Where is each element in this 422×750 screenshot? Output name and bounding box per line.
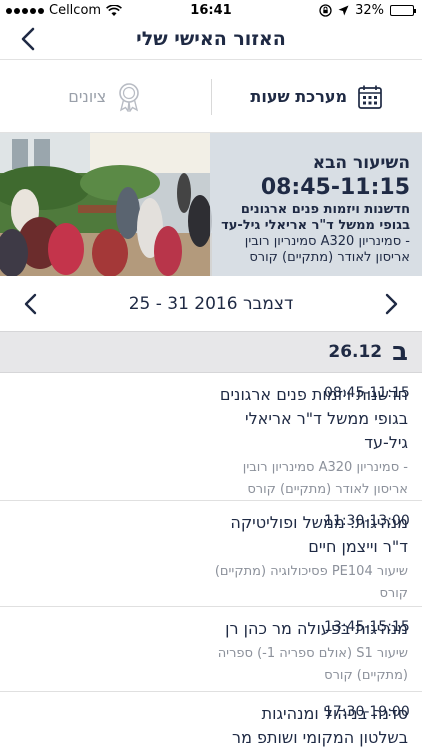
view-switcher: ציונים מערכת שעות	[0, 61, 422, 133]
location-arrow-icon	[338, 5, 349, 16]
class-course-line: מנהיגות: ממשל ופוליטיקה	[230, 513, 408, 532]
next-class-info: השיעור הבא 08:45-11:15 חדשנות ויזמות פני…	[210, 153, 410, 266]
class-course-line: מנהיגות בפעולה מר כהן רן	[225, 619, 408, 638]
status-bar: Cellcom 16:41 32%	[0, 0, 422, 20]
class-location-line: שיעור S1 (אולם ספריה 1-) ספריה	[217, 646, 408, 661]
next-class-course: חדשנות ויזמות פנים ארגונים בגופי ממשל ד"…	[221, 202, 410, 233]
day-header-content: 26.12 ב	[328, 338, 408, 366]
status-right: 32%	[319, 3, 416, 18]
class-row[interactable]: 13:45-15:15 מנהיגות בפעולה מר כהן רן שיע…	[0, 607, 422, 692]
class-location-line: (מתקיים) קורס	[324, 668, 408, 683]
class-list: 08:45-11:15 חדשנות ויזמות פנים ארגונים ב…	[0, 373, 422, 750]
class-course-line: בגופי ממשל ד"ר אריאלי	[245, 409, 408, 428]
class-details: מנהיגות: ממשל ופוליטיקה ד"ר וייצמן חיים …	[138, 511, 408, 605]
class-course-line: בשלטון המקומי ושותפ מר	[232, 728, 408, 747]
tab-grades[interactable]: ציונים	[0, 61, 211, 132]
class-row[interactable]: 11:30-13:00 מנהיגות: ממשל ופוליטיקה ד"ר …	[0, 501, 422, 607]
class-course-line: חדשנות ויזמות פנים ארגונים	[219, 385, 408, 404]
week-navigator: 25 - 31 דצמבר 2016	[0, 276, 422, 331]
class-details: חדשנות ויזמות פנים ארגונים בגופי ממשל ד"…	[138, 383, 408, 501]
class-row[interactable]: 17:30-19:00 סדנה בניהול ומנהיגות בשלטון …	[0, 692, 422, 750]
tab-grades-label: ציונים	[68, 87, 107, 106]
tab-schedule[interactable]: מערכת שעות	[212, 61, 422, 132]
class-location-line: שיעור PE104 פסיכולוגיה (מתקיים)	[214, 564, 408, 579]
day-date: 26.12	[328, 342, 383, 362]
class-location-line: - סמינריון A320 סמינריון רובין	[242, 460, 408, 475]
next-class-banner[interactable]: השיעור הבא 08:45-11:15 חדשנות ויזמות פני…	[0, 133, 422, 276]
page-title: האזור האישי שלי	[136, 28, 286, 50]
class-course-line: סדנה בניהול ומנהיגות	[261, 704, 408, 723]
next-class-label: השיעור הבא	[312, 153, 410, 173]
next-class-location: - סמינריון A320 סמינריון רובין אריסון לא…	[244, 234, 410, 265]
award-ribbon-icon	[119, 82, 140, 112]
week-range: 25 - 31 דצמבר 2016	[128, 293, 294, 314]
class-location-line: קורס	[379, 586, 408, 601]
next-week-chevron-icon[interactable]	[376, 289, 406, 319]
battery-percent: 32%	[355, 3, 384, 18]
class-course-line: גיל-עד	[364, 433, 408, 452]
battery-icon	[390, 5, 416, 16]
class-row[interactable]: 08:45-11:15 חדשנות ויזמות פנים ארגונים ב…	[0, 373, 422, 501]
calendar-icon	[358, 85, 382, 109]
tab-schedule-label: מערכת שעות	[250, 87, 348, 106]
previous-week-chevron-icon[interactable]	[16, 289, 46, 319]
rotation-lock-icon	[319, 4, 332, 17]
day-header: 26.12 ב	[0, 331, 422, 373]
class-details: מנהיגות בפעולה מר כהן רן שיעור S1 (אולם …	[138, 617, 408, 687]
class-location-line: אריסון לאודר (מתקיים) קורס	[247, 482, 408, 497]
next-class-time: 08:45-11:15	[260, 175, 410, 200]
day-letter: ב	[392, 337, 408, 367]
nav-bar: האזור האישי שלי	[0, 20, 422, 60]
class-details: סדנה בניהול ומנהיגות בשלטון המקומי ושותפ…	[138, 702, 408, 750]
class-course-line: ד"ר וייצמן חיים	[308, 537, 408, 556]
